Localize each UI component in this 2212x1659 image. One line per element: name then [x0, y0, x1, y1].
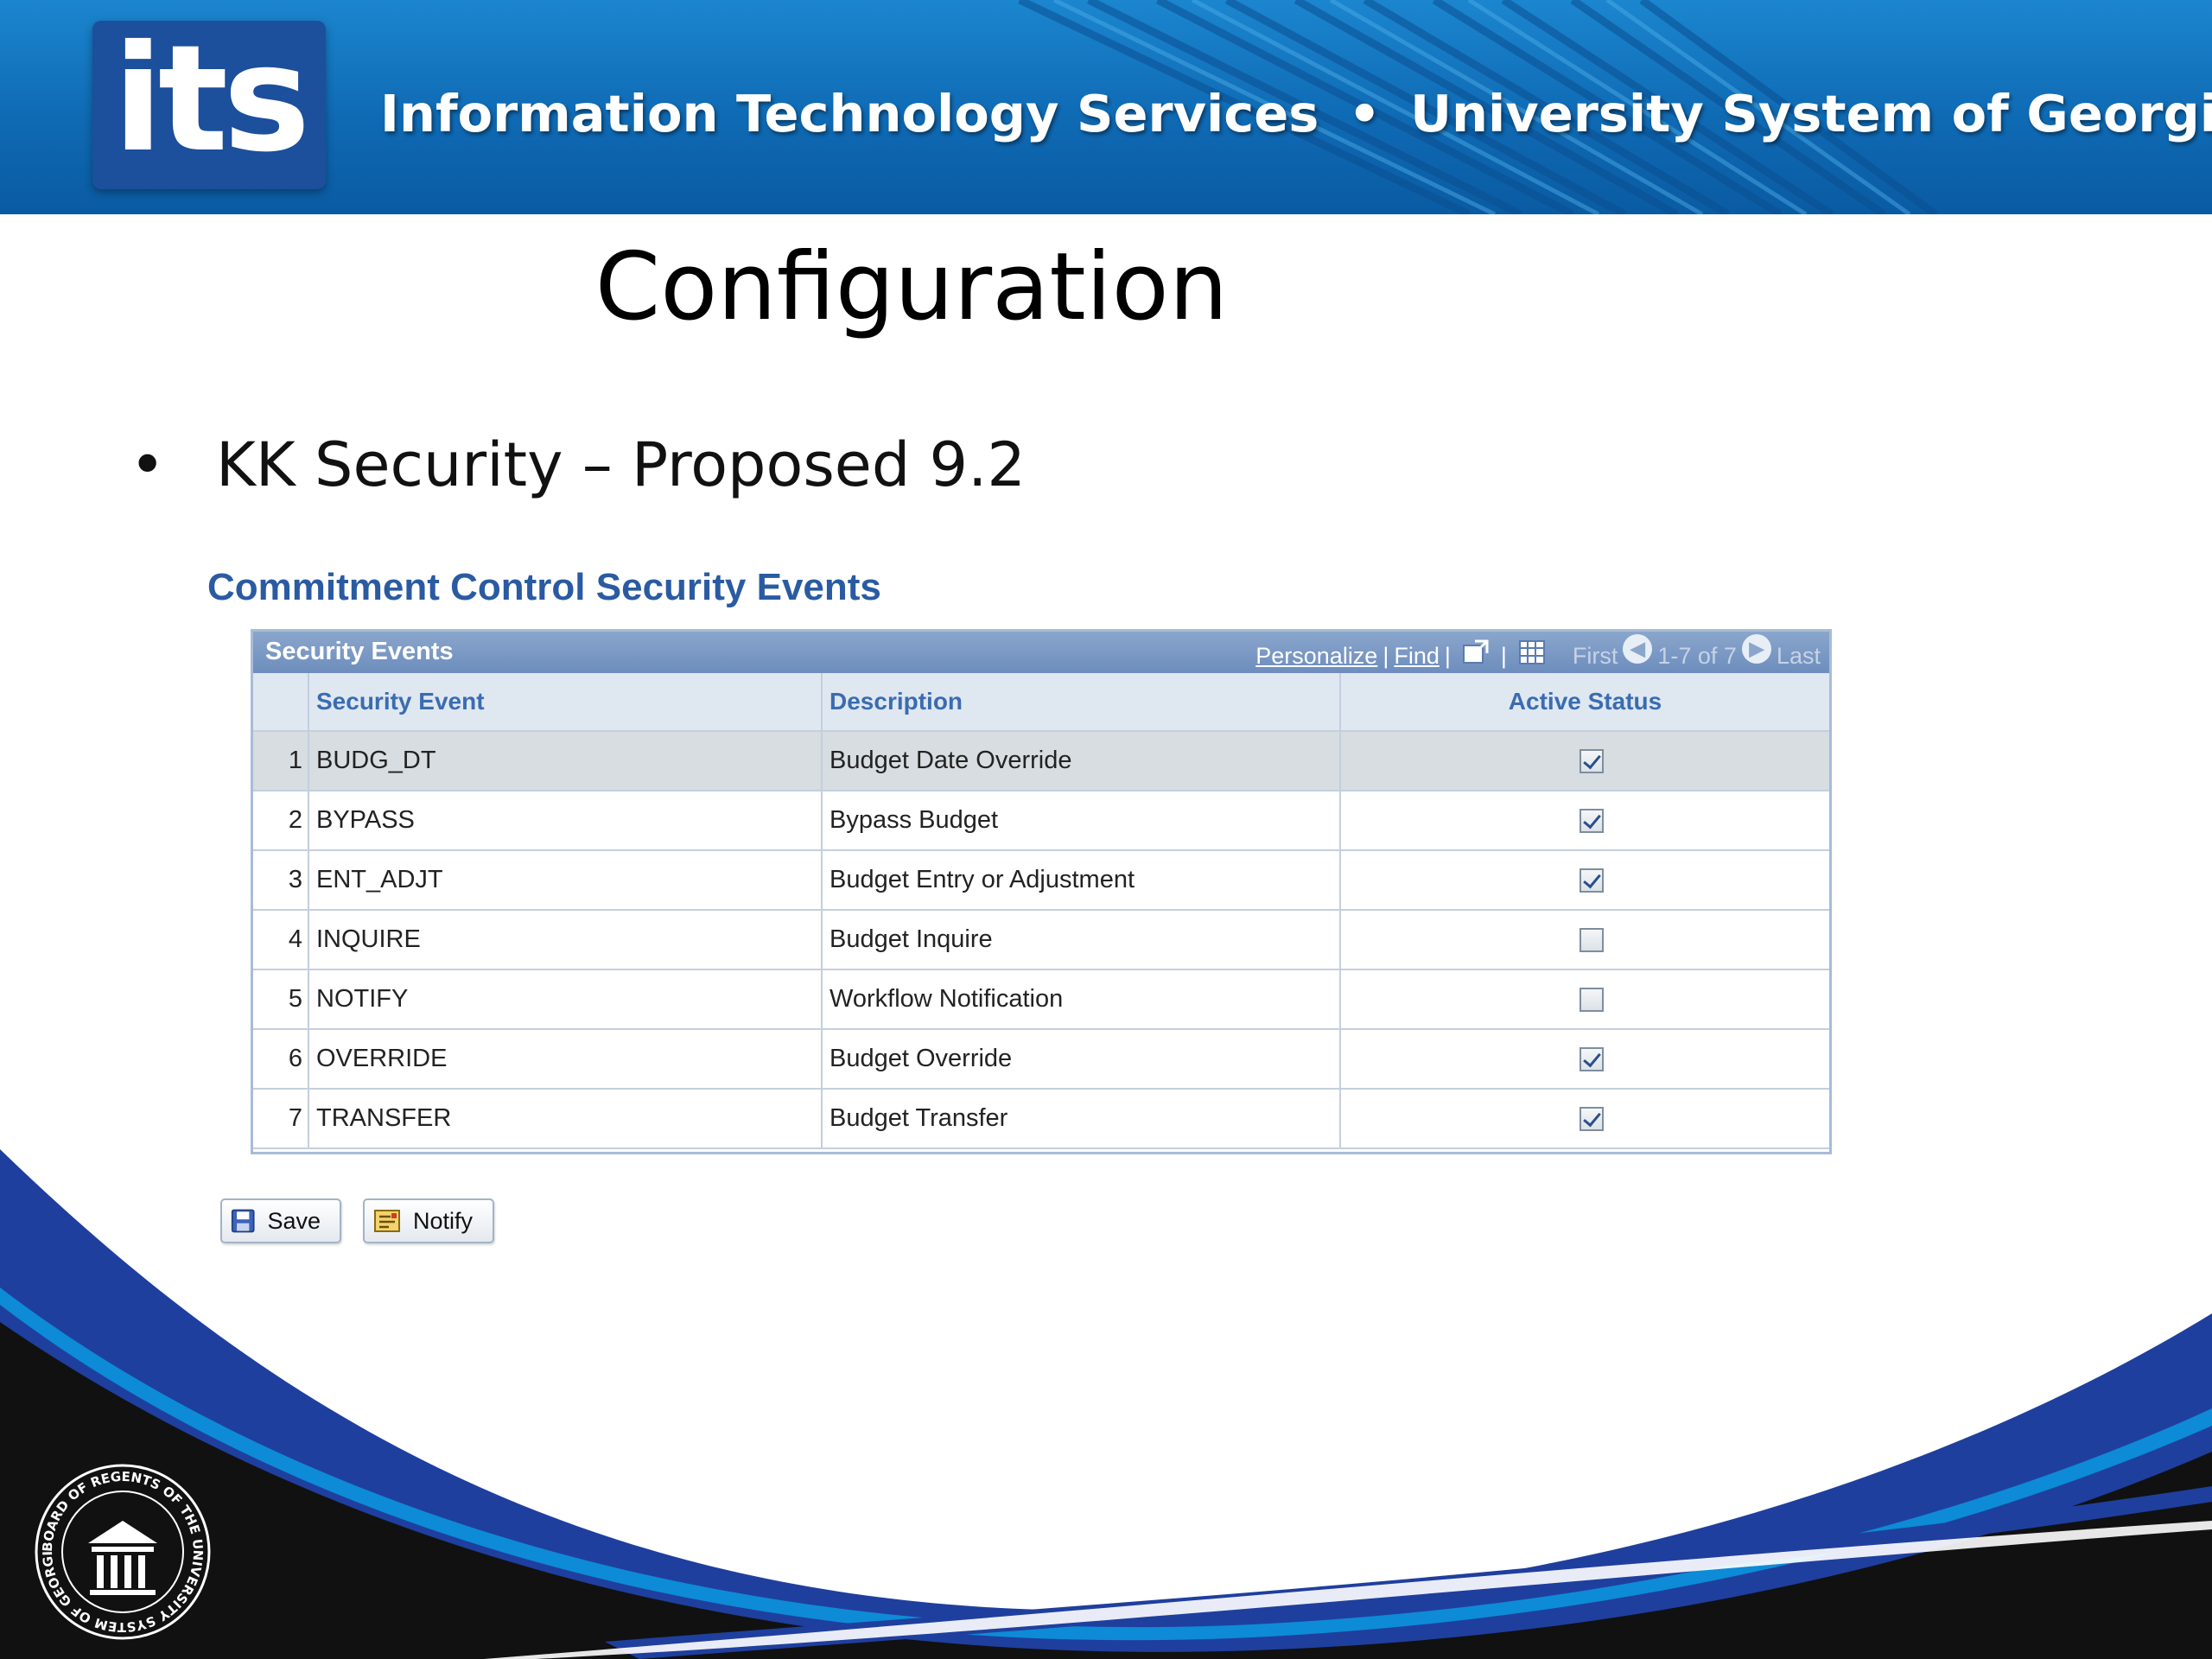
active-status-checkbox[interactable]: [1579, 928, 1604, 953]
active-status-cell: [1339, 791, 1829, 851]
find-link[interactable]: Find: [1394, 643, 1440, 670]
active-status-checkbox[interactable]: [1579, 809, 1604, 834]
column-header-security-event[interactable]: Security Event: [308, 673, 822, 732]
table-row[interactable]: 5 NOTIFY Workflow Notification: [253, 969, 1829, 1030]
banner-separator: •: [1348, 84, 1382, 143]
header-banner: its Information Technology Services • Univ…: [0, 0, 2212, 214]
active-status-checkbox[interactable]: [1579, 868, 1604, 893]
active-status-cell: [1339, 850, 1829, 911]
table-row[interactable]: 4 INQUIRE Budget Inquire: [253, 910, 1829, 970]
grid-caption: Security Events: [265, 638, 454, 665]
active-status-cell: [1339, 731, 1829, 791]
row-number: 5: [253, 969, 308, 1030]
description-cell: Budget Date Override: [821, 731, 1340, 791]
description-cell: Budget Inquire: [821, 910, 1340, 970]
description-cell: Workflow Notification: [821, 969, 1340, 1030]
last-link: Last: [1776, 642, 1821, 669]
security-event-cell: BUDG_DT: [308, 731, 822, 791]
personalize-link[interactable]: Personalize: [1255, 643, 1377, 670]
prev-arrow-icon: ◀: [1623, 634, 1653, 664]
description-cell: Budget Entry or Adjustment: [821, 850, 1340, 911]
grid-header: Security Events Personalize | Find | | F…: [253, 632, 1829, 673]
security-event-cell: ENT_ADJT: [308, 850, 822, 911]
column-header-description[interactable]: Description: [821, 673, 1340, 732]
table-row[interactable]: 1 BUDG_DT Budget Date Override: [253, 731, 1829, 791]
org-name: Information Technology Services: [380, 84, 1319, 143]
row-number: 6: [253, 1029, 308, 1090]
column-header-active-status[interactable]: Active Status: [1339, 673, 1829, 732]
page-title: Commitment Control Security Events: [207, 566, 881, 608]
table-row[interactable]: 3 ENT_ADJT Budget Entry or Adjustment: [253, 850, 1829, 911]
grid-navigation: Personalize | Find | | First ◀ 1-7 of 7 …: [1255, 632, 1821, 673]
active-status-checkbox[interactable]: [1579, 1047, 1604, 1072]
row-range: 1-7 of 7: [1657, 642, 1737, 669]
events-table: Security Event Description Active Status…: [253, 673, 1829, 1149]
bullet-item: • KK Security – Proposed 9.2: [130, 422, 1026, 508]
board-of-regents-seal: BOARD OF REGENTS OF THE UNIVERSITY SYSTE…: [31, 1460, 211, 1640]
system-name: University System of Georgia: [1410, 84, 2212, 143]
security-event-cell: OVERRIDE: [308, 1029, 822, 1090]
banner-title: Information Technology Services • Universi…: [380, 79, 2212, 149]
nav-divider: |: [1382, 642, 1389, 669]
active-status-checkbox[interactable]: [1579, 988, 1604, 1013]
active-status-checkbox[interactable]: [1579, 749, 1604, 774]
table-header-row: Security Event Description Active Status: [253, 673, 1829, 732]
row-number: 2: [253, 791, 308, 851]
view-all-icon[interactable]: [1461, 638, 1491, 667]
download-icon[interactable]: [1517, 638, 1547, 667]
slide-title: Configuration: [594, 233, 1229, 341]
active-status-cell: [1339, 969, 1829, 1030]
its-logo: its: [92, 21, 326, 189]
events-table-body: 1 BUDG_DT Budget Date Override 2 BYPASS Bypas…: [253, 731, 1829, 1149]
table-row[interactable]: 6 OVERRIDE Budget Override: [253, 1029, 1829, 1090]
row-number: 1: [253, 731, 308, 791]
active-status-cell: [1339, 910, 1829, 970]
security-event-cell: NOTIFY: [308, 969, 822, 1030]
row-number-header: [253, 673, 308, 732]
nav-divider: |: [1444, 642, 1451, 669]
description-cell: Budget Override: [821, 1029, 1340, 1090]
first-link: First: [1572, 642, 1618, 669]
security-event-cell: BYPASS: [308, 791, 822, 851]
nav-divider: |: [1500, 642, 1507, 669]
security-events-grid: Security Events Personalize | Find | | F…: [251, 629, 1832, 1154]
security-event-cell: INQUIRE: [308, 910, 822, 970]
bullet-text: KK Security – Proposed 9.2: [216, 429, 1026, 500]
row-number: 3: [253, 850, 308, 911]
footer-swoosh: [0, 1149, 2212, 1659]
table-row[interactable]: 2 BYPASS Bypass Budget: [253, 791, 1829, 851]
description-cell: Bypass Budget: [821, 791, 1340, 851]
bullet-symbol: •: [130, 429, 166, 500]
next-arrow-icon: ▶: [1741, 634, 1771, 664]
active-status-cell: [1339, 1029, 1829, 1090]
its-logo-text: its: [112, 13, 311, 185]
row-number: 4: [253, 910, 308, 970]
